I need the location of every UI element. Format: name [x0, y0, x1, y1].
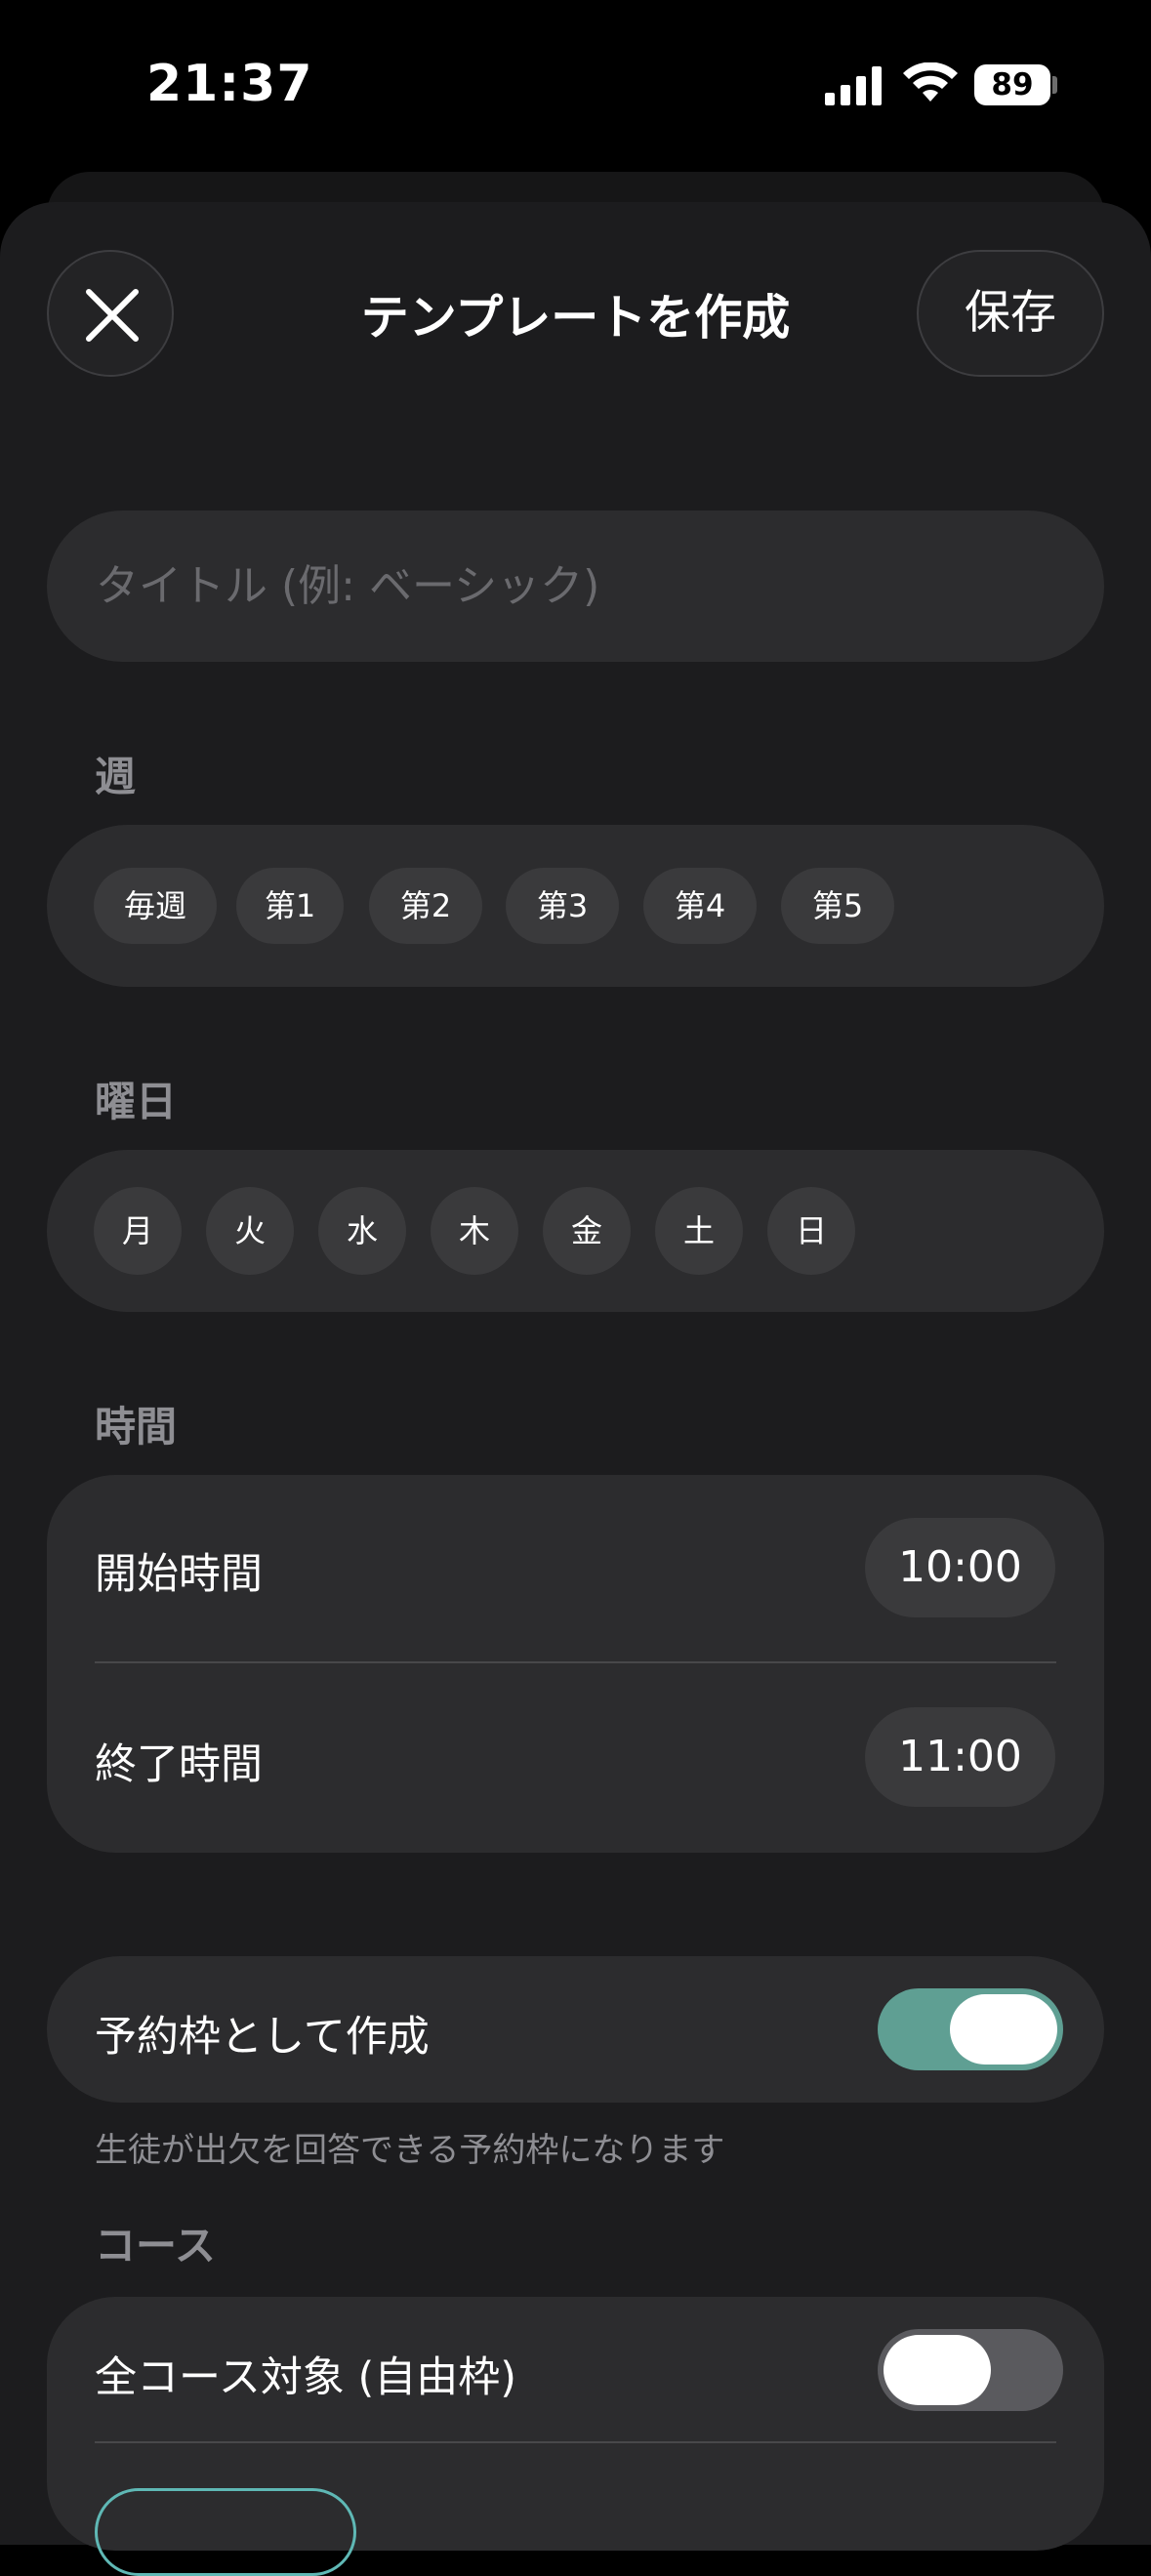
reservation-toggle[interactable] — [878, 1988, 1063, 2070]
week-option-1[interactable]: 第1 — [236, 868, 344, 944]
time-section-label: 時間 — [95, 1403, 178, 1451]
start-time-picker[interactable]: 10:00 — [865, 1518, 1055, 1617]
divider — [95, 1661, 1056, 1663]
weekday-option-tue[interactable]: 火 — [206, 1187, 294, 1275]
all-courses-label: 全コース対象 (自由枠) — [95, 2353, 517, 2402]
week-option-4[interactable]: 第4 — [643, 868, 757, 944]
week-option-every[interactable]: 毎週 — [94, 868, 217, 944]
reservation-helper-text: 生徒が出欠を回答できる予約枠になります — [95, 2131, 725, 2170]
status-time: 21:37 — [146, 55, 313, 113]
battery-tip — [1052, 76, 1057, 94]
status-bar: 21:37 89 — [0, 0, 1151, 166]
weekday-option-fri[interactable]: 金 — [543, 1187, 631, 1275]
all-courses-toggle[interactable] — [878, 2329, 1063, 2411]
toggle-knob — [950, 1994, 1057, 2065]
weekday-option-mon[interactable]: 月 — [94, 1187, 182, 1275]
course-chip[interactable] — [95, 2488, 356, 2576]
weekday-option-thu[interactable]: 木 — [431, 1187, 518, 1275]
time-card: 開始時間 10:00 終了時間 11:00 — [47, 1475, 1104, 1853]
wifi-icon — [903, 62, 958, 102]
cellular-signal-icon — [825, 66, 882, 105]
week-option-5[interactable]: 第5 — [781, 868, 894, 944]
reservation-label: 予約枠として作成 — [95, 2013, 430, 2062]
title-input[interactable] — [47, 511, 1104, 662]
divider — [95, 2441, 1056, 2443]
course-section-label: コース — [95, 2222, 216, 2269]
toggle-knob — [884, 2335, 991, 2405]
start-time-label: 開始時間 — [95, 1550, 263, 1599]
week-option-2[interactable]: 第2 — [369, 868, 482, 944]
battery-icon: 89 — [974, 64, 1050, 105]
weekday-option-sun[interactable]: 日 — [767, 1187, 855, 1275]
end-time-label: 終了時間 — [95, 1740, 263, 1789]
weekday-option-sat[interactable]: 土 — [655, 1187, 743, 1275]
weekday-section-label: 曜日 — [95, 1078, 178, 1125]
week-option-3[interactable]: 第3 — [506, 868, 619, 944]
weekday-options-card: 月 火 水 木 金 土 日 — [47, 1150, 1104, 1312]
end-time-picker[interactable]: 11:00 — [865, 1707, 1055, 1807]
save-button[interactable]: 保存 — [917, 250, 1104, 377]
weekday-option-wed[interactable]: 水 — [318, 1187, 406, 1275]
course-card: 全コース対象 (自由枠) — [47, 2297, 1104, 2576]
reservation-toggle-card: 予約枠として作成 — [47, 1956, 1104, 2103]
week-options-card: 毎週 第1 第2 第3 第4 第5 — [47, 825, 1104, 987]
week-section-label: 週 — [95, 753, 137, 800]
